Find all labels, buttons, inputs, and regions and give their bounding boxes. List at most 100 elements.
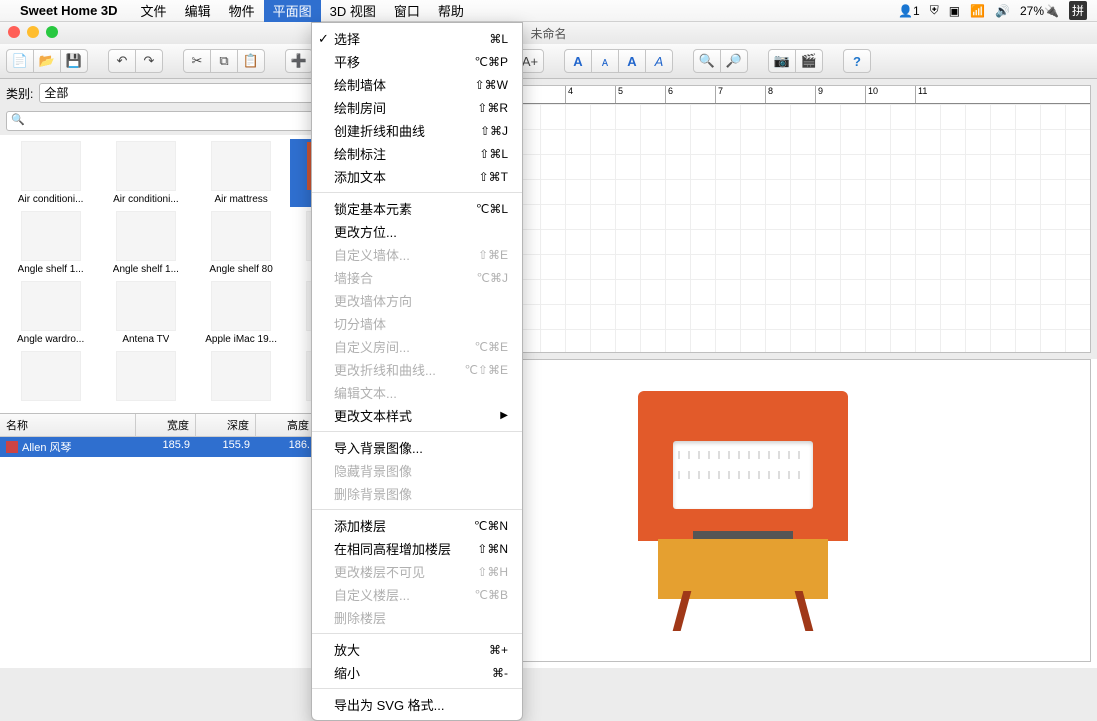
- redo-button[interactable]: ↷: [135, 49, 163, 73]
- menu-edit[interactable]: 编辑: [176, 0, 220, 22]
- catalog-item[interactable]: Apple iMac 19...: [195, 279, 288, 347]
- menu-3dview[interactable]: 3D 视图: [321, 0, 385, 22]
- user-icon[interactable]: 👤1: [898, 4, 920, 18]
- text-big-button[interactable]: A: [564, 49, 592, 73]
- menu-item-label: 更改墙体方向: [334, 291, 412, 310]
- menu-item-label: 自定义楼层...: [334, 585, 410, 604]
- thumbnail-icon: [21, 351, 81, 401]
- thumbnail-icon: [21, 211, 81, 261]
- video-button[interactable]: 🎬: [795, 49, 823, 73]
- menu-item[interactable]: 更改方位...: [312, 220, 522, 243]
- menu-item-label: 墙接合: [334, 268, 373, 287]
- new-file-button[interactable]: 📄: [6, 49, 34, 73]
- catalog-item[interactable]: Angle shelf 80: [195, 209, 288, 277]
- catalog-item[interactable]: Air mattress: [195, 139, 288, 207]
- shortcut: ℃⌘J: [477, 271, 508, 285]
- menu-item[interactable]: ✓选择⌘L: [312, 27, 522, 50]
- thumbnail-icon: [116, 211, 176, 261]
- shield-icon[interactable]: ⛨: [930, 3, 939, 18]
- catalog-item[interactable]: Air conditioni...: [99, 139, 192, 207]
- col-depth[interactable]: 深度: [196, 414, 256, 436]
- help-button[interactable]: ?: [843, 49, 871, 73]
- menu-file[interactable]: 文件: [132, 0, 176, 22]
- menu-item: 更改楼层不可见⇧⌘H: [312, 560, 522, 583]
- col-height[interactable]: 高度: [256, 414, 316, 436]
- zoom-out-button[interactable]: 🔎: [720, 49, 748, 73]
- catalog-item[interactable]: Air conditioni...: [4, 139, 97, 207]
- system-menubar: Sweet Home 3D 文件 编辑 物件 平面图 3D 视图 窗口 帮助 👤…: [0, 0, 1097, 22]
- close-icon[interactable]: [8, 26, 20, 38]
- save-button[interactable]: 💾: [60, 49, 88, 73]
- menu-item[interactable]: 创建折线和曲线⇧⌘J: [312, 119, 522, 142]
- open-file-button[interactable]: 📂: [33, 49, 61, 73]
- paste-button[interactable]: 📋: [237, 49, 265, 73]
- wifi-icon[interactable]: 📶: [970, 4, 985, 18]
- shortcut: ℃⇧⌘E: [464, 363, 508, 377]
- add-furniture-button[interactable]: ➕: [285, 49, 313, 73]
- menu-item[interactable]: 添加楼层 ℃⌘N: [312, 514, 522, 537]
- menu-item[interactable]: 放大⌘+: [312, 638, 522, 661]
- shortcut: ⇧⌘N: [477, 542, 508, 556]
- volume-icon[interactable]: 🔊: [995, 4, 1010, 18]
- menu-item[interactable]: 绘制房间⇧⌘R: [312, 96, 522, 119]
- plan-menu-dropdown: ✓选择⌘L平移℃⌘P绘制墙体⇧⌘W绘制房间⇧⌘R创建折线和曲线⇧⌘J绘制标注⇧⌘…: [311, 22, 523, 721]
- menu-item[interactable]: 缩小⌘-: [312, 661, 522, 684]
- catalog-item[interactable]: Angle shelf 1...: [99, 209, 192, 277]
- menu-item[interactable]: 导出为 SVG 格式...: [312, 693, 522, 716]
- minimize-icon[interactable]: [27, 26, 39, 38]
- menu-item-label: 导出为 SVG 格式...: [334, 695, 445, 714]
- menu-item[interactable]: 锁定基本元素℃⌘L: [312, 197, 522, 220]
- col-width[interactable]: 宽度: [136, 414, 196, 436]
- col-name[interactable]: 名称: [0, 414, 136, 436]
- menu-window[interactable]: 窗口: [385, 0, 429, 22]
- menu-item-label: 添加文本: [334, 167, 386, 186]
- menu-item[interactable]: 在相同高程增加楼层⇧⌘N: [312, 537, 522, 560]
- display-icon[interactable]: ▣: [949, 4, 960, 18]
- battery-status[interactable]: 27% 🔌: [1020, 4, 1059, 18]
- menu-item[interactable]: 添加文本 ⇧⌘T: [312, 165, 522, 188]
- cut-button[interactable]: ✂: [183, 49, 211, 73]
- catalog-item[interactable]: [195, 349, 288, 406]
- menu-item-label: 隐藏背景图像: [334, 461, 412, 480]
- snapshot-button[interactable]: 📷: [768, 49, 796, 73]
- zoom-icon[interactable]: [46, 26, 58, 38]
- catalog-item[interactable]: Angle shelf 1...: [4, 209, 97, 277]
- menu-item-label: 更改折线和曲线...: [334, 360, 436, 379]
- menu-item[interactable]: 更改文本样式▶: [312, 404, 522, 427]
- catalog-item[interactable]: Antena TV: [99, 279, 192, 347]
- menu-plan[interactable]: 平面图: [264, 0, 321, 22]
- toolbar: 📄📂💾 ↶↷ ✂⧉📋 ➕ ↖✋ ▬▭〰↔A+ AᴀAA 🔍🔎 📷🎬 ?: [0, 44, 1097, 79]
- menu-item: 删除楼层: [312, 606, 522, 629]
- menu-item-label: 绘制房间: [334, 98, 386, 117]
- text-bold-button[interactable]: A: [618, 49, 646, 73]
- text-small-button[interactable]: ᴀ: [591, 49, 619, 73]
- menu-item[interactable]: 平移℃⌘P: [312, 50, 522, 73]
- menu-item: 更改墙体方向: [312, 289, 522, 312]
- catalog-item[interactable]: Angle wardro...: [4, 279, 97, 347]
- shortcut: ℃⌘N: [474, 519, 508, 533]
- menu-item: 自定义房间...℃⌘E: [312, 335, 522, 358]
- menu-item-label: 创建折线和曲线: [334, 121, 425, 140]
- undo-button[interactable]: ↶: [108, 49, 136, 73]
- copy-button[interactable]: ⧉: [210, 49, 238, 73]
- zoom-in-button[interactable]: 🔍: [693, 49, 721, 73]
- menu-item[interactable]: 绘制标注⇧⌘L: [312, 142, 522, 165]
- menu-item[interactable]: 导入背景图像...: [312, 436, 522, 459]
- menu-object[interactable]: 物件: [220, 0, 264, 22]
- menu-help[interactable]: 帮助: [429, 0, 473, 22]
- app-name: Sweet Home 3D: [20, 3, 118, 18]
- menu-item: 自定义楼层...℃⌘B: [312, 583, 522, 606]
- thumbnail-icon: [116, 351, 176, 401]
- catalog-item-label: Angle shelf 1...: [18, 264, 84, 275]
- text-italic-button[interactable]: A: [645, 49, 673, 73]
- input-method[interactable]: 拼: [1069, 1, 1087, 20]
- catalog-item[interactable]: [4, 349, 97, 406]
- menu-item-label: 添加楼层: [334, 516, 386, 535]
- menu-item-label: 绘制标注: [334, 144, 386, 163]
- menu-item[interactable]: 绘制墙体⇧⌘W: [312, 73, 522, 96]
- catalog-item-label: Angle wardro...: [17, 334, 84, 345]
- shortcut: ⇧⌘T: [479, 170, 508, 184]
- catalog-item-label: Air conditioni...: [18, 194, 84, 205]
- catalog-item[interactable]: [99, 349, 192, 406]
- shortcut: ℃⌘L: [476, 202, 508, 216]
